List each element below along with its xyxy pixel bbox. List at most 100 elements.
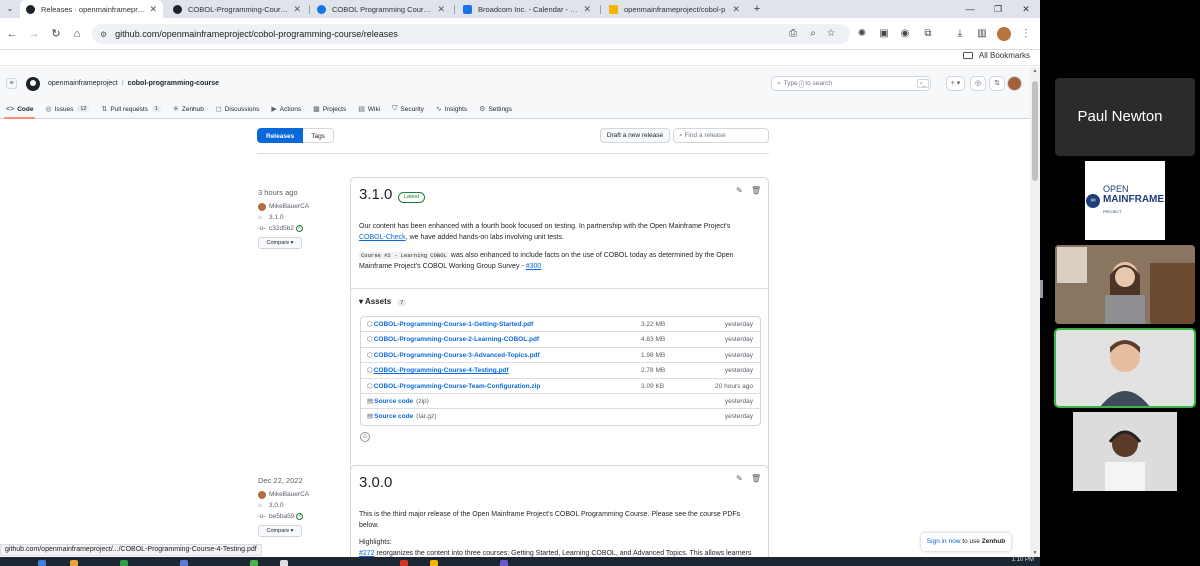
asset-link[interactable]: ⬡COBOL-Programming-Course-2-Learning-COB… (367, 332, 539, 347)
asset-row[interactable]: ⬡COBOL-Programming-Course-Team-Configura… (361, 379, 760, 394)
compare-button[interactable]: Compare ▾ (258, 237, 302, 249)
tab-wiki[interactable]: ▤ Wiki (352, 99, 386, 119)
trash-icon[interactable]: 🗑 (751, 474, 761, 483)
tab-actions[interactable]: ▶ Actions (265, 99, 307, 119)
close-icon[interactable]: ✕ (293, 4, 301, 15)
asset-row[interactable]: ▤Source code (tar.gz) yesterday (361, 409, 760, 424)
release-title[interactable]: 3.1.0 (359, 186, 392, 203)
participant-tile-man-speaking[interactable] (1054, 328, 1196, 408)
close-icon[interactable]: ✕ (583, 4, 591, 15)
tab-zenhub[interactable]: ✳ Zenhub (167, 99, 210, 119)
assets-toggle[interactable]: ▾ Assets 7 (359, 297, 407, 306)
edit-icon[interactable]: ✎ (736, 474, 743, 483)
avatar[interactable] (1007, 76, 1022, 91)
issues-icon[interactable]: ◎ (970, 76, 986, 91)
all-bookmarks-button[interactable]: All Bookmarks (962, 51, 1030, 60)
tab-projects[interactable]: ▦ Projects (307, 99, 352, 119)
tab-settings[interactable]: ⚙ Settings (473, 99, 518, 119)
issue-link[interactable]: #300 (526, 263, 542, 270)
tab-cobol-course-o[interactable]: COBOL Programming Course O ✕ (311, 0, 451, 18)
extension-icon[interactable]: ✺ (855, 26, 869, 42)
profile-avatar[interactable] (997, 27, 1011, 41)
presenter-tile[interactable]: Paul Newton (1055, 78, 1195, 156)
tab-discussions[interactable]: ◻ Discussions (210, 99, 266, 119)
close-icon[interactable]: ✕ (437, 4, 445, 15)
extension-icon[interactable]: ◉ (898, 26, 912, 42)
tab-cobol-p[interactable]: openmainframeproject/cobol-p ✕ (603, 0, 746, 18)
tab-pull-requests[interactable]: ⇅ Pull requests 1 (95, 99, 167, 119)
bookmark-star-icon[interactable]: ☆ (824, 26, 838, 42)
tab-issues[interactable]: ◎ Issues 12 (39, 99, 95, 119)
github-logo-icon[interactable] (26, 77, 40, 91)
asset-link[interactable]: ▤Source code (zip) (367, 394, 429, 409)
download-icon[interactable]: ⤓ (953, 26, 967, 42)
scroll-up-icon[interactable]: ▲ (1030, 68, 1040, 74)
panel-resize-handle[interactable] (1040, 280, 1043, 298)
asset-link[interactable]: ⬡COBOL-Programming-Course-4-Testing.pdf (367, 363, 509, 378)
minimize-button[interactable]: — (956, 0, 984, 18)
site-info-icon[interactable]: ⚙ (100, 30, 107, 39)
tag-row[interactable]: ⌂ 3.0.0 (258, 500, 348, 511)
tab-cobol-course[interactable]: COBOL-Programming-Course- ✕ (167, 0, 307, 18)
restore-button[interactable]: ❐ (984, 0, 1012, 18)
asset-link[interactable]: ⬡COBOL-Programming-Course-3-Advanced-Top… (367, 348, 540, 363)
author-row[interactable]: MikeBauerCA (258, 489, 348, 500)
tab-calendar[interactable]: Broadcom Inc. - Calendar - We ✕ (457, 0, 597, 18)
hamburger-icon[interactable]: ≡ (6, 78, 17, 89)
commit-row[interactable]: -o-be5ba59 ✓ (258, 511, 348, 522)
taskbar-app-icon[interactable] (400, 560, 408, 566)
draft-release-button[interactable]: Draft a new release (600, 128, 670, 143)
asset-link[interactable]: ⬡COBOL-Programming-Course-Team-Configura… (367, 379, 540, 394)
reload-icon[interactable]: ↻ (48, 26, 64, 42)
tab-security[interactable]: ⛉ Security (386, 99, 430, 119)
asset-row[interactable]: ▤Source code (zip) yesterday (361, 394, 760, 410)
zoom-icon[interactable]: ⌕ (806, 26, 820, 42)
page-scrollbar[interactable]: ▲ ▼ (1030, 67, 1040, 557)
commit-row[interactable]: -o-c32d5b2 ✓ (258, 223, 348, 234)
tag-row[interactable]: ⌂ 3.1.0 (258, 212, 348, 223)
commit-link[interactable]: c32d5b2 (269, 225, 294, 232)
release-title[interactable]: 3.0.0 (359, 474, 392, 491)
zenhub-signin[interactable]: Sign in now to use Zenhub (921, 533, 1011, 551)
author-link[interactable]: MikeBauerCA (269, 203, 309, 210)
tab-releases[interactable]: Releases · openmainframeproje ✕ (20, 0, 163, 18)
taskbar-app-icon[interactable] (250, 560, 258, 566)
owner-link[interactable]: openmainframeproject (48, 80, 118, 87)
forward-icon[interactable]: → (26, 26, 42, 42)
tab-search-icon[interactable]: ⌄ (4, 2, 16, 16)
trash-icon[interactable]: 🗑 (751, 186, 761, 195)
puzzle-icon[interactable]: ⧉ (921, 26, 935, 42)
commit-link[interactable]: be5ba59 (269, 513, 294, 520)
signin-link[interactable]: Sign in now (927, 538, 961, 545)
home-icon[interactable]: ⌂ (69, 26, 85, 42)
search-input[interactable]: ⌕ Type / to search ›_ (771, 76, 931, 91)
close-icon[interactable]: ✕ (732, 4, 740, 15)
menu-kebab-icon[interactable]: ⋮ (1019, 26, 1033, 42)
close-icon[interactable]: ✕ (149, 4, 157, 15)
cobol-check-link[interactable]: COBOL-Check (359, 234, 406, 241)
tab-insights[interactable]: ∿ Insights (430, 99, 473, 119)
back-icon[interactable]: ← (4, 26, 20, 42)
author-link[interactable]: MikeBauerCA (269, 491, 309, 498)
tab-releases[interactable]: Releases (257, 128, 304, 143)
pull-requests-icon[interactable]: ⇅ (989, 76, 1005, 91)
taskbar-app-icon[interactable] (120, 560, 128, 566)
scroll-thumb[interactable] (1032, 81, 1038, 181)
taskbar-app-icon[interactable] (430, 560, 438, 566)
tab-tags[interactable]: Tags (303, 128, 334, 143)
smiley-icon[interactable]: ☺ (360, 432, 370, 442)
create-new-button[interactable]: + ▾ (946, 76, 965, 91)
participant-tile-headset[interactable] (1055, 412, 1195, 491)
asset-row[interactable]: ⬡COBOL-Programming-Course-4-Testing.pdf 2… (361, 363, 760, 379)
new-tab-button[interactable]: + (750, 2, 764, 16)
taskbar-app-icon[interactable] (500, 560, 508, 566)
tag-link[interactable]: 3.0.0 (269, 502, 283, 509)
pr-link[interactable]: #272 (359, 550, 375, 557)
taskbar-app-icon[interactable] (70, 560, 78, 566)
edit-icon[interactable]: ✎ (736, 186, 743, 195)
scroll-down-icon[interactable]: ▼ (1030, 550, 1040, 556)
taskbar-search-icon[interactable] (38, 560, 46, 566)
close-window-button[interactable]: ✕ (1012, 0, 1040, 18)
author-row[interactable]: MikeBauerCA (258, 201, 348, 212)
install-icon[interactable]: ⎙ (786, 26, 800, 42)
